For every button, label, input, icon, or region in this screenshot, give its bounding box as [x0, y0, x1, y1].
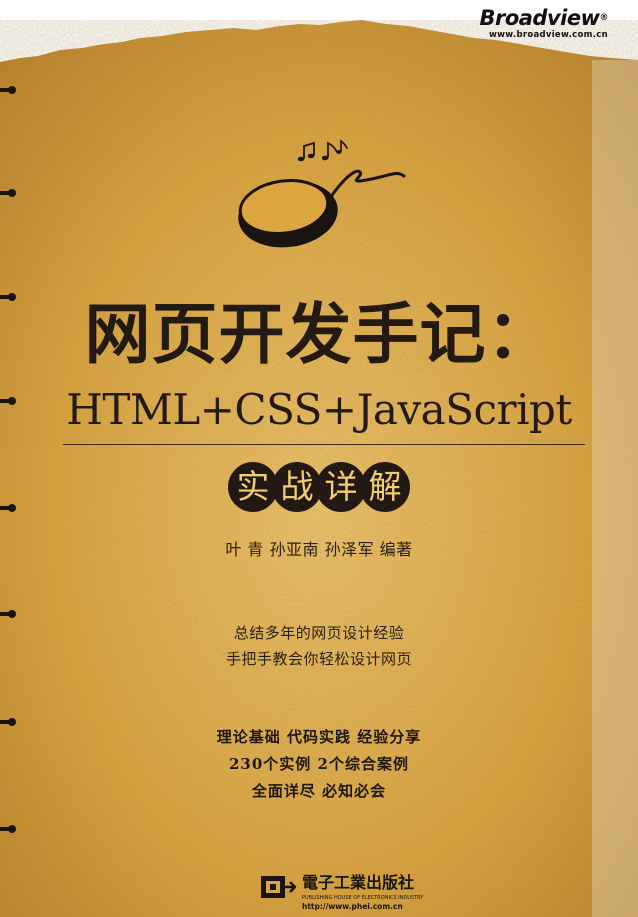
badge-char-4: 解 — [360, 462, 410, 512]
feature-line-2: 230个实例 2个综合案例 — [229, 755, 409, 773]
title-divider — [63, 444, 585, 445]
publisher-logo-icon — [261, 876, 296, 898]
publisher-name-en: PUBLISHING HOUSE OF ELECTRONICS INDUSTRY — [302, 895, 424, 901]
brand-name: Broadview — [479, 6, 600, 30]
book-subtitle: HTML+CSS+JavaScript — [66, 385, 572, 434]
feature-line-1: 理论基础 代码实践 经验分享 — [216, 728, 422, 746]
book-title: 网页开发手记： — [84, 295, 554, 373]
publisher-name: 電子工業出版社 — [302, 873, 415, 892]
registered-mark-icon: ® — [599, 13, 609, 23]
tagline-1: 总结多年的网页设计经验 — [233, 624, 405, 642]
authors: 叶 青 孙亚南 孙泽军 编著 — [225, 540, 413, 559]
feature-line-3: 全面详尽 必知必会 — [251, 782, 387, 800]
badge-char-1: 实 — [228, 462, 278, 512]
brand-url: www.broadview.com.cn — [489, 30, 608, 40]
book-cover: Broadview® www.broadview.com.cn 网页开发手记： … — [0, 0, 638, 917]
badge-row: 实 战 详 解 — [0, 462, 638, 512]
publisher-url: http://www.phei.com.cn — [302, 902, 403, 911]
badge-char-2: 战 — [272, 462, 322, 512]
tagline-2: 手把手教会你轻松设计网页 — [225, 650, 412, 668]
brand-logo: Broadview® www.broadview.com.cn — [479, 6, 608, 40]
badge-char-3: 详 — [316, 462, 366, 512]
